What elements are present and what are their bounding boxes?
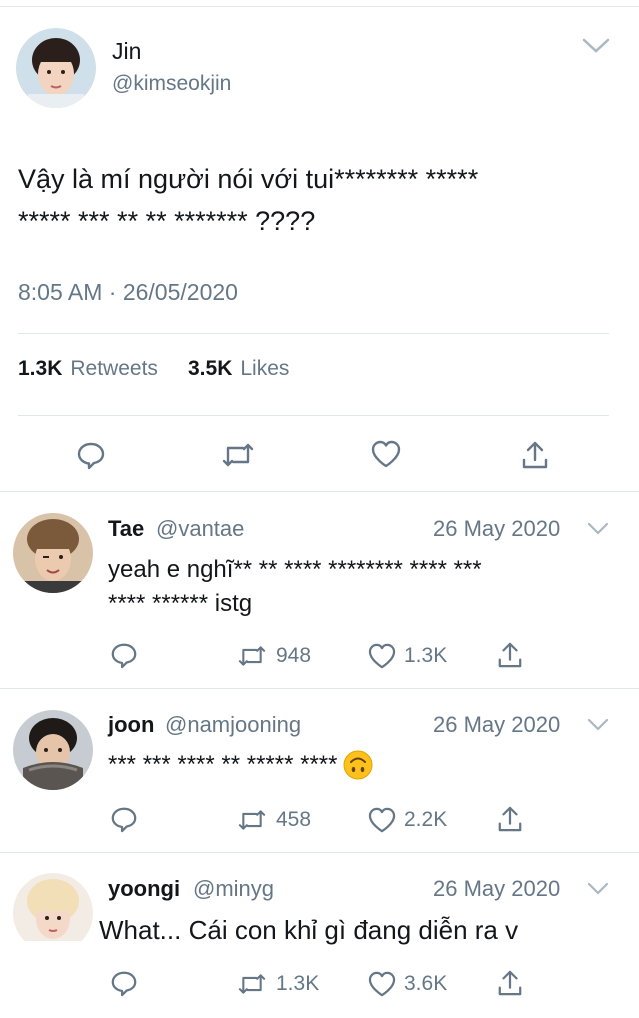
reply-date[interactable]: 26 May 2020 (433, 516, 560, 542)
avatar-joon-image (13, 710, 93, 790)
divider (0, 491, 639, 492)
like-button[interactable]: 3.6K (368, 971, 447, 997)
like-count: 3.6K (404, 972, 448, 995)
reply-icon (111, 971, 137, 997)
share-icon (522, 441, 548, 469)
reply-author-name[interactable]: yoongi (108, 876, 180, 902)
divider (0, 852, 639, 853)
like-button[interactable] (371, 440, 401, 468)
retweet-icon (238, 646, 266, 666)
retweet-count: 458 (276, 808, 312, 831)
like-count: 2.2K (404, 808, 448, 831)
reply-button[interactable] (110, 969, 138, 997)
heart-icon (368, 643, 396, 669)
reply-date[interactable]: 26 May 2020 (433, 712, 560, 738)
reply-text-line1: What... Cái con khỉ gì đang diễn ra v (99, 915, 519, 945)
heart-icon (368, 971, 396, 997)
author-handle[interactable]: @kimseokjin (112, 72, 231, 96)
likes-stat[interactable]: 3.5K Likes (188, 357, 289, 381)
chevron-down-icon[interactable] (587, 882, 609, 895)
avatar-joon[interactable] (13, 710, 93, 790)
share-button[interactable] (497, 969, 523, 997)
heart-icon (371, 440, 401, 468)
avatar-jin-image (16, 28, 96, 108)
reply-icon (111, 807, 137, 833)
retweet-count: 1.3K (276, 972, 320, 995)
retweet-button[interactable]: 948 (236, 643, 311, 669)
divider (0, 688, 639, 689)
share-icon (498, 806, 522, 832)
reply-author-handle[interactable]: @vantae (156, 516, 244, 542)
reply-button[interactable] (76, 440, 106, 470)
chevron-down-icon[interactable] (587, 718, 609, 731)
share-icon (498, 970, 522, 996)
heart-icon (368, 807, 396, 833)
reply-text-line1: *** *** **** ** ***** **** (108, 751, 338, 778)
avatar-tae[interactable] (13, 513, 93, 593)
reply-author-handle[interactable]: @namjooning (165, 712, 301, 738)
avatar-yoongi[interactable] (13, 873, 93, 953)
reply-author-name[interactable]: joon (108, 712, 154, 738)
retweet-icon (222, 443, 254, 467)
author-name[interactable]: Jin (112, 38, 141, 65)
divider (18, 333, 609, 334)
share-icon (498, 642, 522, 668)
like-button[interactable]: 2.2K (368, 807, 447, 833)
reply-icon (111, 643, 137, 669)
share-button[interactable] (521, 440, 549, 470)
like-count: 1.3K (404, 644, 448, 667)
retweet-icon (238, 974, 266, 994)
reply-button[interactable] (110, 641, 138, 669)
retweet-count: 948 (276, 644, 312, 667)
likes-count: 3.5K (188, 357, 233, 380)
chevron-down-icon[interactable] (582, 38, 610, 54)
retweets-stat[interactable]: 1.3K Retweets (18, 357, 158, 381)
reply-text-line2: **** ****** istg (108, 590, 253, 617)
reply-text: *** *** **** ** ***** **** (108, 750, 373, 780)
retweet-button[interactable] (221, 440, 255, 470)
avatar-tae-image (13, 513, 93, 593)
top-divider (0, 6, 639, 7)
retweets-label: Retweets (70, 357, 158, 380)
chevron-down-icon[interactable] (587, 522, 609, 535)
avatar-jin[interactable] (16, 28, 96, 108)
share-button[interactable] (497, 805, 523, 833)
retweet-button[interactable]: 458 (236, 807, 311, 833)
likes-label: Likes (240, 357, 290, 380)
upside-down-face-icon (343, 750, 373, 780)
avatar-yoongi-image (13, 873, 93, 953)
tweet-text-line2: ***** *** ** ** ******* ???? (18, 206, 316, 236)
share-button[interactable] (497, 641, 523, 669)
reply-text-line1: yeah e nghĩ** ** **** ******** **** *** (108, 556, 482, 583)
reply-icon (77, 442, 105, 470)
divider (18, 415, 609, 416)
reply-button[interactable] (110, 805, 138, 833)
retweet-icon (238, 810, 266, 830)
tweet-text-line1: Vậy là mí người nói với tui******** ****… (18, 164, 479, 194)
reply-date[interactable]: 26 May 2020 (433, 876, 560, 902)
retweets-count: 1.3K (18, 357, 63, 380)
reply-author-name[interactable]: Tae (108, 516, 144, 542)
reply-author-handle[interactable]: @minyg (193, 876, 274, 902)
retweet-button[interactable]: 1.3K (236, 971, 319, 997)
like-button[interactable]: 1.3K (368, 643, 447, 669)
tweet-timestamp[interactable]: 8:05 AM · 26/05/2020 (18, 279, 238, 306)
